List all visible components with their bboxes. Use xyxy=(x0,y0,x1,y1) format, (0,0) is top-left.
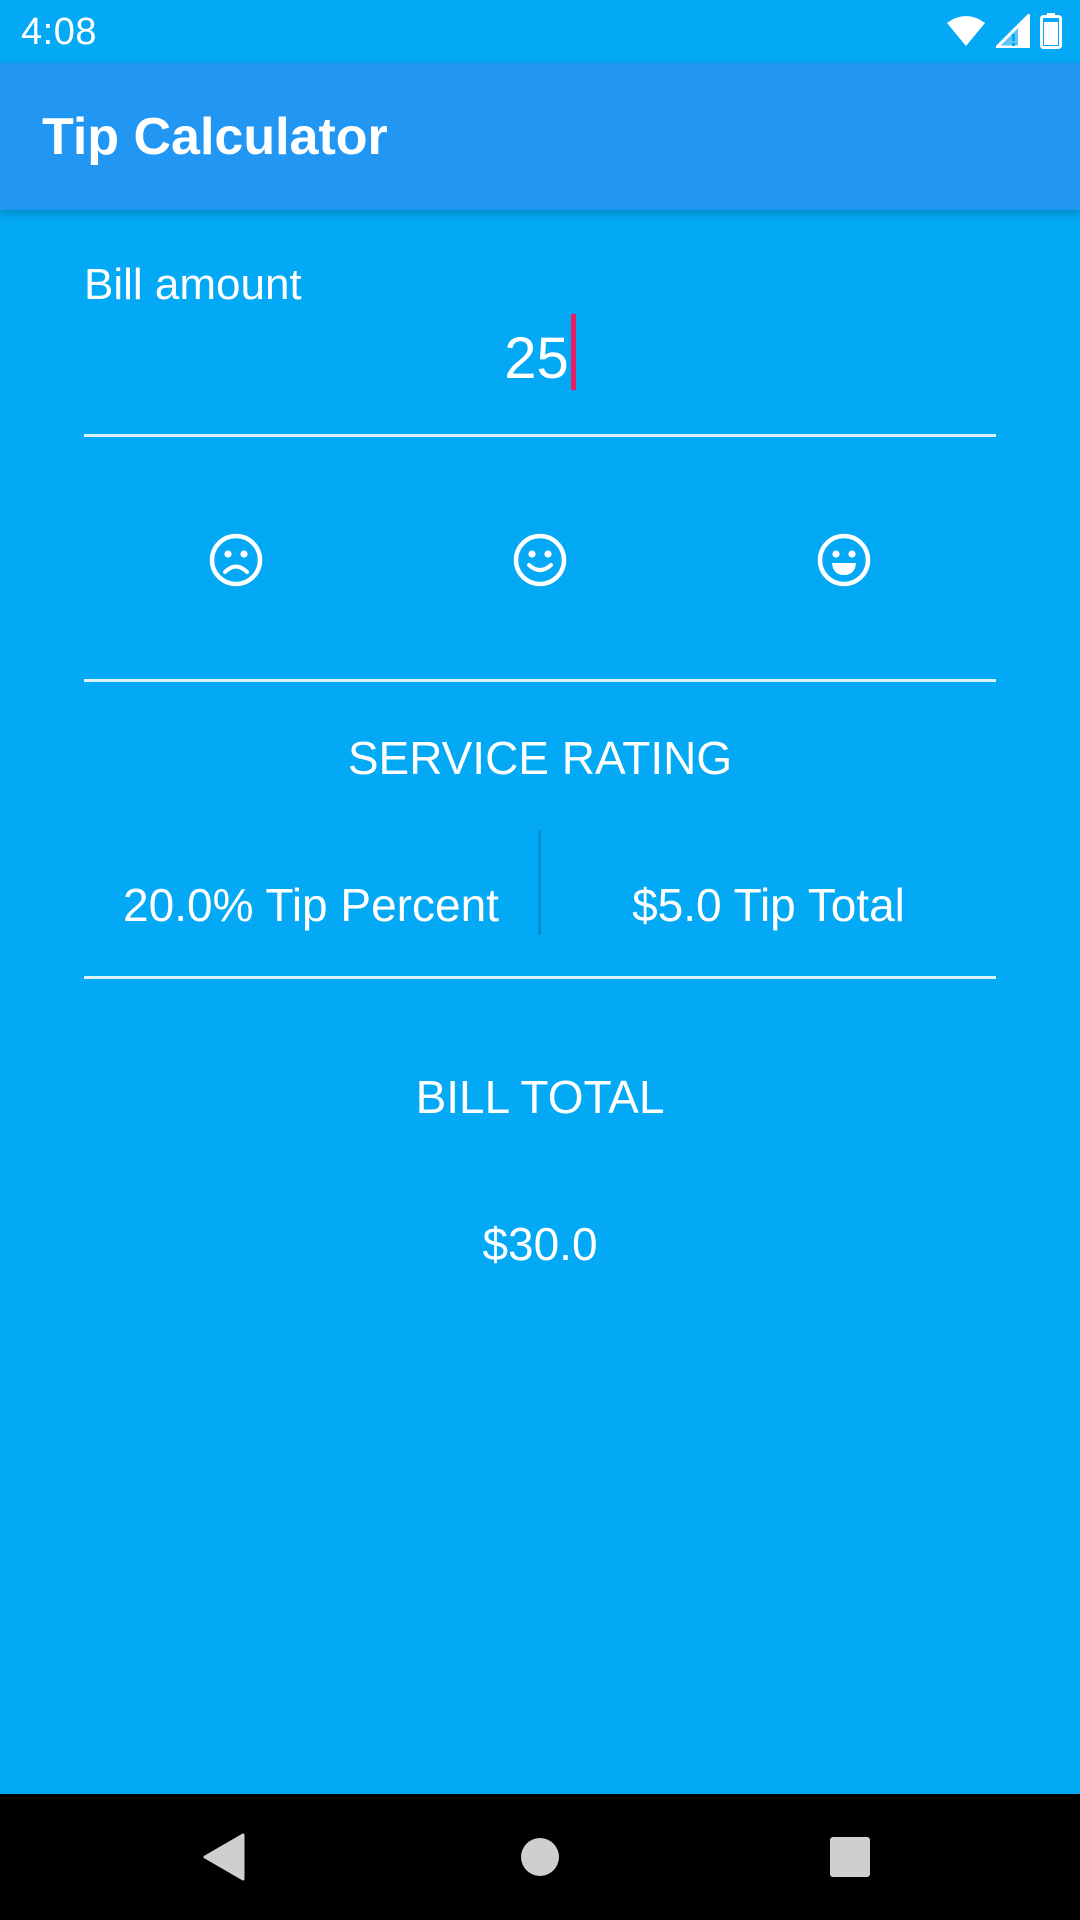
tip-divider xyxy=(84,976,996,979)
bill-total-value: $30.0 xyxy=(482,1218,598,1270)
app-title: Tip Calculator xyxy=(42,108,388,166)
faces-divider xyxy=(84,679,996,682)
cellular-signal-icon xyxy=(996,14,1030,48)
battery-icon xyxy=(1040,13,1062,49)
home-icon[interactable] xyxy=(510,1827,570,1887)
sad-face-icon[interactable] xyxy=(209,533,263,587)
recents-icon[interactable] xyxy=(820,1827,880,1887)
text-cursor xyxy=(570,314,576,390)
neutral-smile-icon[interactable] xyxy=(513,533,567,587)
bill-amount-label: Bill amount xyxy=(84,260,302,309)
status-time: 4:08 xyxy=(21,11,97,53)
bill-amount-underline xyxy=(84,434,996,437)
tip-total-text: $5.0 Tip Total xyxy=(632,879,905,931)
bill-amount-value: 25 xyxy=(504,326,569,391)
bill-amount-input[interactable]: 25 xyxy=(84,314,996,394)
tip-percent-text: 20.0% Tip Percent xyxy=(123,879,499,931)
happy-face-icon[interactable] xyxy=(817,533,871,587)
back-icon[interactable] xyxy=(195,1827,255,1887)
status-bar: 4:08 xyxy=(0,0,1080,63)
navigation-bar xyxy=(0,1794,1080,1920)
wifi-icon xyxy=(947,16,985,46)
bill-total-label: BILL TOTAL xyxy=(415,1071,665,1123)
service-rating-label: SERVICE RATING xyxy=(347,732,733,784)
status-icons xyxy=(946,12,1062,50)
app-bar: Tip Calculator xyxy=(0,63,1080,210)
